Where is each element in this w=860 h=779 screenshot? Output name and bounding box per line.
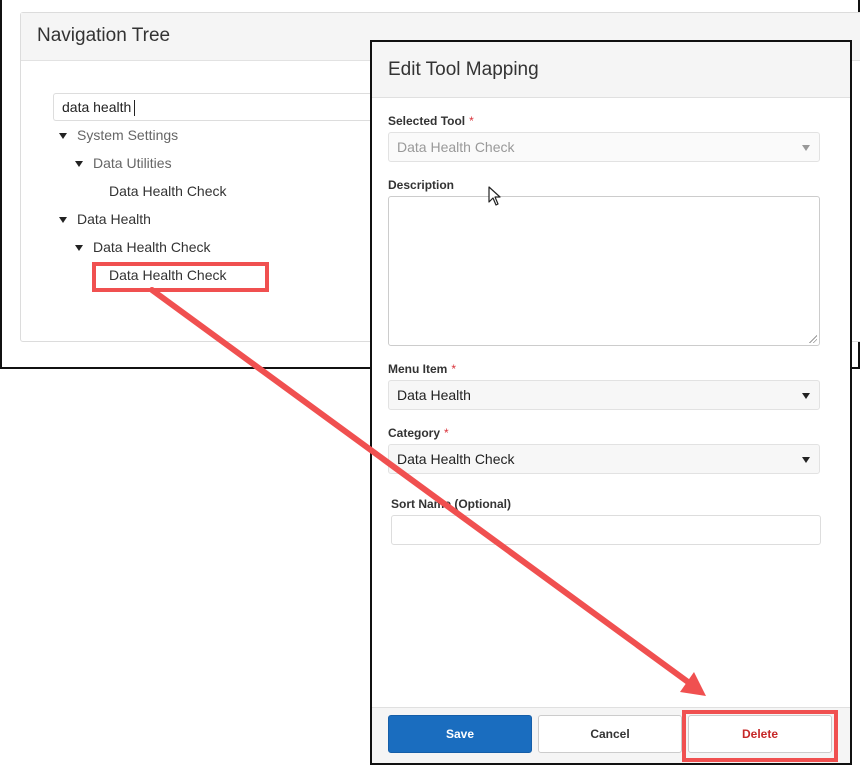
mouse-cursor-icon (488, 186, 501, 206)
annotation-arrow-icon (149, 287, 706, 696)
